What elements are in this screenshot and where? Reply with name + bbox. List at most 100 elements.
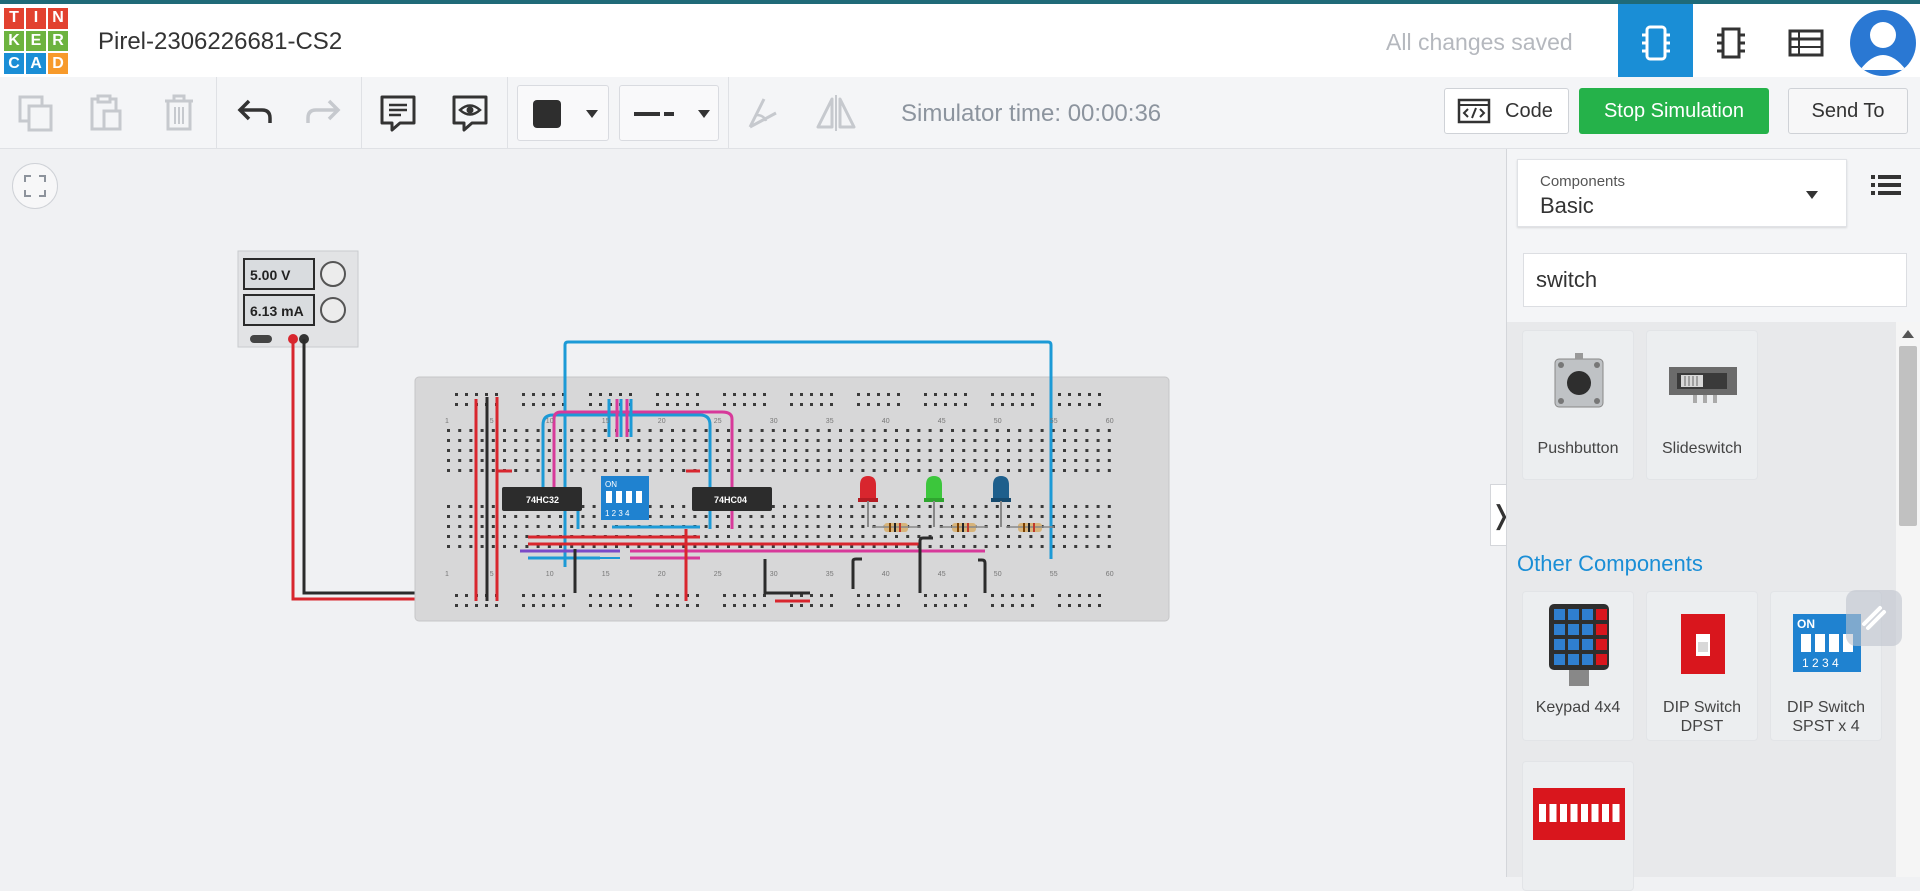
breadboard-hole bbox=[581, 429, 585, 432]
breadboard-hole bbox=[753, 403, 756, 406]
send-to-button[interactable]: Send To bbox=[1788, 88, 1908, 134]
chip-74hc04-label: 74HC04 bbox=[714, 495, 747, 505]
component-search-input[interactable]: switch bbox=[1523, 253, 1907, 307]
breadboard-hole bbox=[850, 469, 854, 472]
chip-74hc04[interactable]: 74HC04 bbox=[692, 487, 772, 511]
panel-header: Components Basic switch bbox=[1507, 149, 1920, 322]
keypad-key bbox=[1568, 609, 1579, 620]
stop-simulation-button[interactable]: Stop Simulation bbox=[1579, 88, 1769, 134]
color-dropdown[interactable] bbox=[517, 85, 609, 141]
design-title[interactable]: Pirel-2306226681-CS2 bbox=[98, 28, 342, 56]
breadboard-hole bbox=[1040, 429, 1044, 432]
breadboard-hole bbox=[547, 515, 551, 518]
dip-switch[interactable]: ON 1 2 3 4 bbox=[601, 476, 649, 520]
breadboard-hole bbox=[749, 515, 753, 518]
breadboard-hole bbox=[458, 535, 462, 538]
redo-button[interactable] bbox=[302, 91, 346, 135]
power-supply[interactable]: 5.00 V 6.13 mA bbox=[237, 250, 359, 348]
breadboard-hole bbox=[727, 515, 730, 518]
breadboard-hole bbox=[1063, 439, 1066, 442]
breadboard-hole bbox=[991, 604, 994, 607]
breadboard-hole bbox=[480, 459, 484, 462]
schematic-view-button[interactable] bbox=[1693, 4, 1768, 81]
breadboard-hole bbox=[895, 429, 898, 432]
notes-button[interactable] bbox=[376, 91, 420, 135]
tinkercad-logo[interactable]: T I N K E R C A D bbox=[4, 8, 68, 74]
undo-button[interactable] bbox=[232, 91, 276, 135]
breadboard-hole bbox=[1029, 439, 1033, 442]
led-blue[interactable] bbox=[991, 476, 1011, 502]
breadboard-hole bbox=[760, 429, 764, 432]
breadboard-hole bbox=[503, 545, 506, 548]
breadboard-hole bbox=[480, 515, 484, 518]
breadboard-hole bbox=[753, 393, 756, 396]
component-card-dip-8[interactable] bbox=[1522, 761, 1634, 891]
breadboard-hole bbox=[877, 393, 880, 396]
component-card-keypad[interactable]: Keypad 4x4 bbox=[1522, 591, 1634, 741]
delete-button[interactable] bbox=[157, 91, 201, 135]
breadboard-hole bbox=[800, 604, 803, 607]
flip-button[interactable] bbox=[814, 91, 858, 135]
component-card-slideswitch[interactable]: Slideswitch bbox=[1646, 330, 1758, 480]
breadboard-hole bbox=[1007, 459, 1010, 462]
breadboard-hole bbox=[906, 469, 910, 472]
breadboard-hole bbox=[1011, 393, 1014, 396]
component-card-pushbutton[interactable]: Pushbutton bbox=[1522, 330, 1634, 480]
breadboard-hole bbox=[944, 594, 947, 597]
circuit-view-button[interactable] bbox=[1618, 4, 1693, 81]
breadboard-hole bbox=[723, 393, 726, 396]
psu-voltage-knob[interactable] bbox=[320, 261, 346, 287]
copy-button[interactable] bbox=[14, 91, 58, 135]
breadboard-hole bbox=[547, 459, 551, 462]
breadboard-hole bbox=[536, 449, 540, 452]
breadboard-hole bbox=[877, 403, 880, 406]
component-category-select[interactable]: Components Basic bbox=[1517, 159, 1847, 227]
wire-type-dropdown[interactable] bbox=[619, 85, 719, 141]
breadboard-hole bbox=[771, 535, 775, 538]
breadboard-hole bbox=[1029, 459, 1033, 462]
led-green[interactable] bbox=[924, 476, 944, 502]
breadboard-hole bbox=[830, 403, 833, 406]
breadboard-hole bbox=[559, 525, 562, 528]
workplane-canvas[interactable]: 5.00 V 6.13 mA 74HC32 74HC04 ON 1 2 3 4 … bbox=[0, 149, 1506, 877]
breadboard-hole bbox=[1096, 535, 1100, 538]
breadboard-hole bbox=[738, 469, 742, 472]
show-notes-button[interactable] bbox=[448, 91, 492, 135]
breadboard-hole bbox=[447, 459, 450, 462]
scrollbar-thumb[interactable] bbox=[1899, 346, 1917, 526]
breadboard-hole bbox=[599, 594, 602, 597]
component-card-dip-dpst[interactable]: DIP Switch DPST bbox=[1646, 591, 1758, 741]
code-button[interactable]: Code bbox=[1444, 88, 1569, 134]
breadboard-hole bbox=[1068, 403, 1071, 406]
psu-current-knob[interactable] bbox=[320, 297, 346, 323]
annotate-button[interactable] bbox=[1846, 590, 1902, 646]
breadboard-hole bbox=[883, 459, 887, 462]
breadboard-hole bbox=[805, 459, 809, 462]
rotate-button[interactable] bbox=[740, 91, 784, 135]
breadboard-hole bbox=[447, 439, 450, 442]
breadboard-hole bbox=[783, 449, 786, 452]
breadboard-hole bbox=[666, 403, 669, 406]
user-avatar[interactable] bbox=[1850, 10, 1916, 76]
breadboard-hole bbox=[592, 469, 596, 472]
chip-74hc32[interactable]: 74HC32 bbox=[502, 487, 582, 511]
breadboard-hole bbox=[872, 469, 876, 472]
dip-numbers: 1 2 3 4 bbox=[605, 509, 630, 518]
breadboard-hole bbox=[962, 449, 966, 452]
breadboard-hole bbox=[1063, 505, 1066, 508]
breadboard-hole bbox=[763, 393, 766, 396]
breadboard-hole bbox=[581, 459, 585, 462]
breadboard-hole bbox=[1085, 535, 1089, 538]
paste-button[interactable] bbox=[84, 91, 128, 135]
breadboard-hole bbox=[928, 505, 932, 508]
breadboard-hole bbox=[676, 403, 679, 406]
dip-switch-toggle bbox=[1581, 804, 1588, 822]
breadboard-hole bbox=[1029, 505, 1033, 508]
led-red[interactable] bbox=[858, 476, 878, 502]
breadboard-column-label: 25 bbox=[714, 418, 722, 425]
breadboard-hole bbox=[458, 429, 462, 432]
component-list-button[interactable] bbox=[1768, 4, 1843, 81]
list-view-button[interactable] bbox=[1871, 173, 1901, 202]
psu-current-readout: 6.13 mA bbox=[250, 303, 304, 319]
breadboard-hole bbox=[637, 429, 641, 432]
